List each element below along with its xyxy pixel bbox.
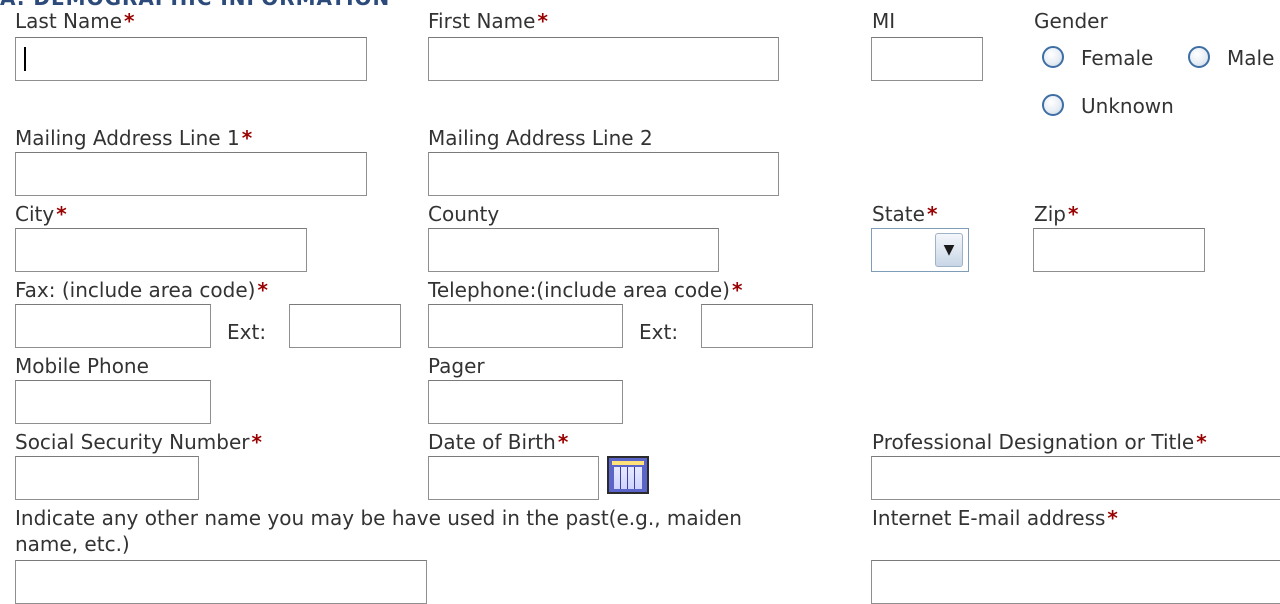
required-asterisk: * <box>1067 202 1079 226</box>
last-name-label: Last Name * <box>15 9 135 33</box>
telephone-ext-input[interactable] <box>701 304 813 348</box>
required-asterisk: * <box>557 430 569 454</box>
zip-input[interactable] <box>1033 228 1205 272</box>
gender-unknown-label: Unknown <box>1081 94 1174 118</box>
state-label: State * <box>872 202 938 226</box>
county-label: County <box>428 202 500 226</box>
mailing-address-2-input[interactable] <box>428 152 779 196</box>
gender-male-radio[interactable] <box>1188 46 1210 68</box>
text-caret <box>24 47 26 71</box>
city-label: City * <box>15 202 67 226</box>
mi-label: MI <box>872 9 896 33</box>
calendar-icon[interactable] <box>607 456 649 494</box>
required-asterisk: * <box>257 278 268 302</box>
fax-input[interactable] <box>15 304 211 348</box>
required-asterisk: * <box>251 430 262 454</box>
required-asterisk: * <box>1196 430 1207 454</box>
required-asterisk: * <box>731 278 743 302</box>
pager-input[interactable] <box>428 380 623 424</box>
mailing-address-2-label: Mailing Address Line 2 <box>428 126 653 150</box>
required-asterisk: * <box>56 202 67 226</box>
first-name-label: First Name * <box>428 9 548 33</box>
city-input[interactable] <box>15 228 307 272</box>
first-name-input[interactable] <box>428 37 779 81</box>
ssn-input[interactable] <box>15 456 199 500</box>
professional-title-input[interactable] <box>871 456 1280 500</box>
mobile-phone-label: Mobile Phone <box>15 354 149 378</box>
gender-label: Gender <box>1034 9 1108 33</box>
gender-male-label: Male <box>1227 46 1275 70</box>
fax-label: Fax: (include area code) * <box>15 278 268 302</box>
professional-title-label: Professional Designation or Title * <box>872 430 1207 454</box>
telephone-ext-label: Ext: <box>639 320 679 344</box>
required-asterisk: * <box>537 9 548 33</box>
state-select[interactable]: ▼ <box>871 228 969 272</box>
required-asterisk: * <box>926 202 938 226</box>
mobile-phone-input[interactable] <box>15 380 211 424</box>
mailing-address-1-label: Mailing Address Line 1 * <box>15 126 253 150</box>
pager-label: Pager <box>428 354 485 378</box>
required-asterisk: * <box>241 126 253 150</box>
required-asterisk: * <box>124 9 135 33</box>
ssn-label: Social Security Number * <box>15 430 262 454</box>
last-name-input[interactable] <box>15 37 367 81</box>
email-input[interactable] <box>871 560 1280 604</box>
telephone-input[interactable] <box>428 304 623 348</box>
telephone-label: Telephone:(include area code) * <box>428 278 743 302</box>
chevron-down-icon[interactable]: ▼ <box>935 233 963 267</box>
fax-ext-input[interactable] <box>289 304 401 348</box>
gender-unknown-radio[interactable] <box>1042 94 1064 116</box>
mi-input[interactable] <box>871 37 983 81</box>
gender-female-radio[interactable] <box>1042 46 1064 68</box>
required-asterisk: * <box>1107 506 1118 530</box>
mailing-address-1-input[interactable] <box>15 152 367 196</box>
email-label: Internet E-mail address * <box>872 506 1118 530</box>
zip-label: Zip * <box>1034 202 1079 226</box>
other-names-label-line2: name, etc.) <box>15 532 130 556</box>
fax-ext-label: Ext: <box>227 320 267 344</box>
gender-female-label: Female <box>1081 46 1154 70</box>
other-names-label-line1: Indicate any other name you may be have … <box>15 506 742 530</box>
other-names-input[interactable] <box>15 560 427 604</box>
dob-input[interactable] <box>428 456 599 500</box>
dob-label: Date of Birth * <box>428 430 569 454</box>
county-input[interactable] <box>428 228 719 272</box>
